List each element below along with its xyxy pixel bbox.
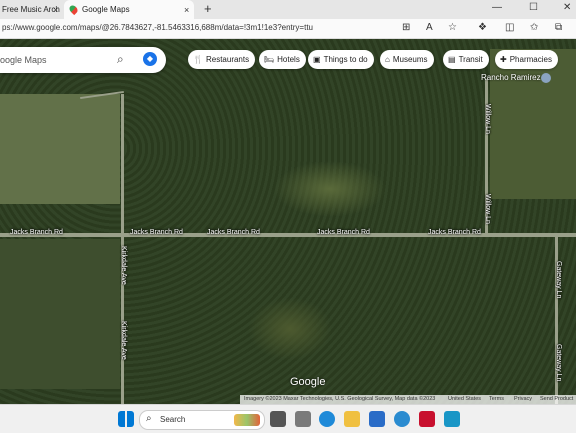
privacy-link[interactable]: Privacy xyxy=(514,396,532,402)
road-label: Willow Ln xyxy=(484,104,491,134)
search-icon[interactable]: ⌕ xyxy=(117,52,124,67)
map-footer: Imagery ©2023 Maxar Technologies, U.S. G… xyxy=(240,395,576,404)
apps-icon[interactable]: ⊞ xyxy=(402,22,410,33)
road-label: Gateway Ln xyxy=(555,344,562,382)
road-label: Gateway Ln xyxy=(555,261,562,299)
close-window-icon[interactable]: ✕ xyxy=(563,2,571,13)
search-icon: ⌕ xyxy=(146,413,152,424)
place-pin-icon[interactable] xyxy=(541,73,551,83)
field-area xyxy=(0,239,120,389)
road-label: Kirkdale Ave xyxy=(120,321,127,360)
field-area xyxy=(0,94,120,204)
url-field[interactable]: ps://www.google.com/maps/@26.7843627,-81… xyxy=(2,23,313,32)
google-logo: Google xyxy=(290,376,326,388)
restaurant-icon: 🍴 xyxy=(193,55,203,64)
terms-link[interactable]: Terms xyxy=(489,396,504,402)
search-input[interactable]: oogle Maps xyxy=(0,55,47,65)
taskbar: ⌕ Search xyxy=(0,404,576,433)
favorite-star-icon[interactable]: ☆ xyxy=(448,22,457,33)
museum-icon: ⌂ xyxy=(385,55,390,64)
mcafee-icon[interactable] xyxy=(419,411,435,427)
close-icon[interactable]: × xyxy=(184,5,189,15)
taskbar-search[interactable]: ⌕ Search xyxy=(139,410,265,430)
maps-pin-icon xyxy=(67,3,80,16)
chip-things-to-do[interactable]: ▣ Things to do xyxy=(308,50,374,69)
road-label: Jacks Branch Rd xyxy=(317,229,370,236)
chip-label: Restaurants xyxy=(205,55,250,64)
road-label: Jacks Branch Rd xyxy=(428,229,481,236)
search-box[interactable]: oogle Maps ⌕ ◆ xyxy=(0,47,166,73)
road-label: Jacks Branch Rd xyxy=(10,229,63,236)
collections-icon[interactable]: ⧉ xyxy=(555,22,562,33)
chip-label: Transit xyxy=(458,55,483,64)
satellite-map[interactable]: Jacks Branch Rd Jacks Branch Rd Jacks Br… xyxy=(0,39,576,404)
tab-google-maps[interactable]: Google Maps × xyxy=(64,0,194,19)
pharmacy-icon: ✚ xyxy=(500,55,507,64)
search-highlight-icon xyxy=(234,414,260,426)
widgets-icon[interactable] xyxy=(295,411,311,427)
store-icon[interactable] xyxy=(369,411,385,427)
edge-icon[interactable] xyxy=(319,411,335,427)
chip-pharmacies[interactable]: ✚ Pharmacies xyxy=(495,50,558,69)
task-view-icon[interactable] xyxy=(270,411,286,427)
transit-icon: ▤ xyxy=(448,55,456,64)
place-label[interactable]: Rancho Ramirez xyxy=(481,73,541,82)
new-tab-button[interactable]: + xyxy=(204,1,212,16)
hotel-icon: 🛏 xyxy=(264,55,275,64)
maximize-icon[interactable]: ☐ xyxy=(529,2,538,13)
road-label: Willow Ln xyxy=(484,194,491,224)
close-icon[interactable]: × xyxy=(53,5,58,15)
chip-transit[interactable]: ▤ Transit xyxy=(443,50,489,69)
file-explorer-icon[interactable] xyxy=(344,411,360,427)
camera-icon: ▣ xyxy=(313,55,321,64)
field-area xyxy=(490,49,576,199)
tab-title: Free Music Arch xyxy=(2,5,60,14)
extension-icon[interactable]: ❖ xyxy=(478,22,487,33)
tab-free-music-archive[interactable]: Free Music Arch × xyxy=(0,0,62,19)
road-label: Jacks Branch Rd xyxy=(207,229,260,236)
start-icon[interactable] xyxy=(118,411,134,427)
tab-strip: Free Music Arch × Google Maps × + — ☐ ✕ xyxy=(0,0,576,19)
chip-museums[interactable]: ⌂ Museums xyxy=(380,50,434,69)
feedback-link[interactable]: Send Product xyxy=(540,396,573,402)
favorites-icon[interactable]: ✩ xyxy=(530,22,538,33)
chip-label: Museums xyxy=(392,55,428,64)
taskbar-search-label: Search xyxy=(160,415,186,424)
road-label: Jacks Branch Rd xyxy=(130,229,183,236)
imagery-attribution: Imagery ©2023 Maxar Technologies, U.S. G… xyxy=(244,396,436,402)
read-aloud-icon[interactable]: A xyxy=(426,22,433,33)
chip-label: Things to do xyxy=(323,55,368,64)
chip-restaurants[interactable]: 🍴 Restaurants xyxy=(188,50,256,69)
road-jacks-branch xyxy=(0,233,576,237)
minimize-icon[interactable]: — xyxy=(492,2,502,13)
split-screen-icon[interactable]: ◫ xyxy=(505,22,514,33)
country-link[interactable]: United States xyxy=(448,396,481,402)
address-bar: ps://www.google.com/maps/@26.7843627,-81… xyxy=(0,19,576,39)
tab-title: Google Maps xyxy=(82,5,130,14)
chip-label: Pharmacies xyxy=(509,55,552,64)
chip-hotels[interactable]: 🛏 Hotels xyxy=(259,50,306,69)
road-label: Kirkdale Ave xyxy=(120,246,127,285)
chip-label: Hotels xyxy=(277,55,300,64)
app-icon[interactable] xyxy=(444,411,460,427)
directions-icon[interactable]: ◆ xyxy=(143,52,157,66)
chrome-icon[interactable] xyxy=(394,411,410,427)
